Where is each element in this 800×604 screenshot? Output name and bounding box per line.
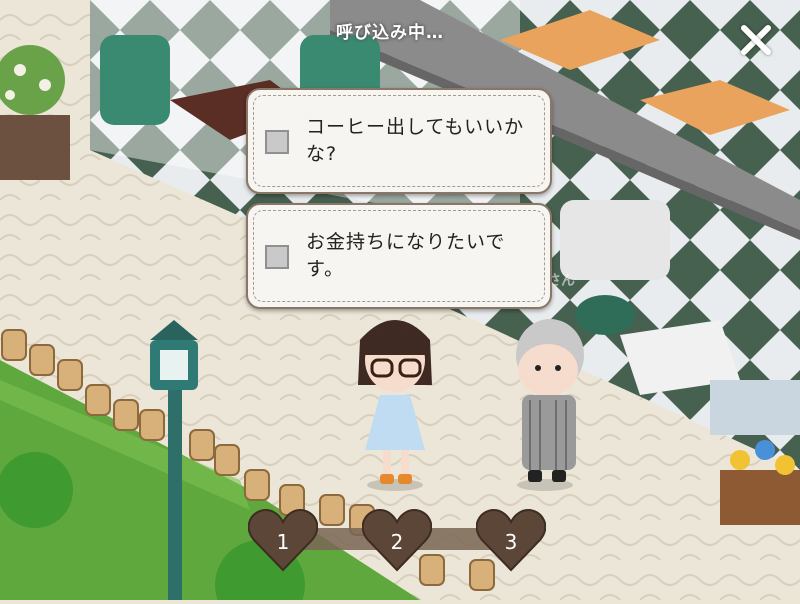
choice-text: コーヒー出してもいいかな?	[306, 116, 525, 165]
checkbox-icon[interactable]	[265, 245, 289, 269]
heart-number: 3	[504, 530, 518, 554]
close-icon[interactable]	[738, 22, 772, 56]
heart-button-3[interactable]: 3	[476, 508, 546, 572]
checkbox-icon[interactable]	[265, 130, 289, 154]
calling-status-text: 呼び込み中…	[336, 23, 444, 43]
choice-option-1[interactable]: コーヒー出してもいいかな?	[246, 88, 552, 194]
heart-number: 2	[390, 530, 404, 554]
heart-button-2[interactable]: 2	[362, 508, 432, 572]
choice-text: お金持ちになりたいです。	[306, 231, 506, 280]
game-scene: michiko 小坊主さん 呼び込み中… コーヒー出してもいいかな? お金持ちに…	[0, 0, 800, 604]
choice-option-2[interactable]: お金持ちになりたいです。	[246, 203, 552, 309]
heart-button-1[interactable]: 1	[248, 508, 318, 572]
heart-number: 1	[276, 530, 290, 554]
